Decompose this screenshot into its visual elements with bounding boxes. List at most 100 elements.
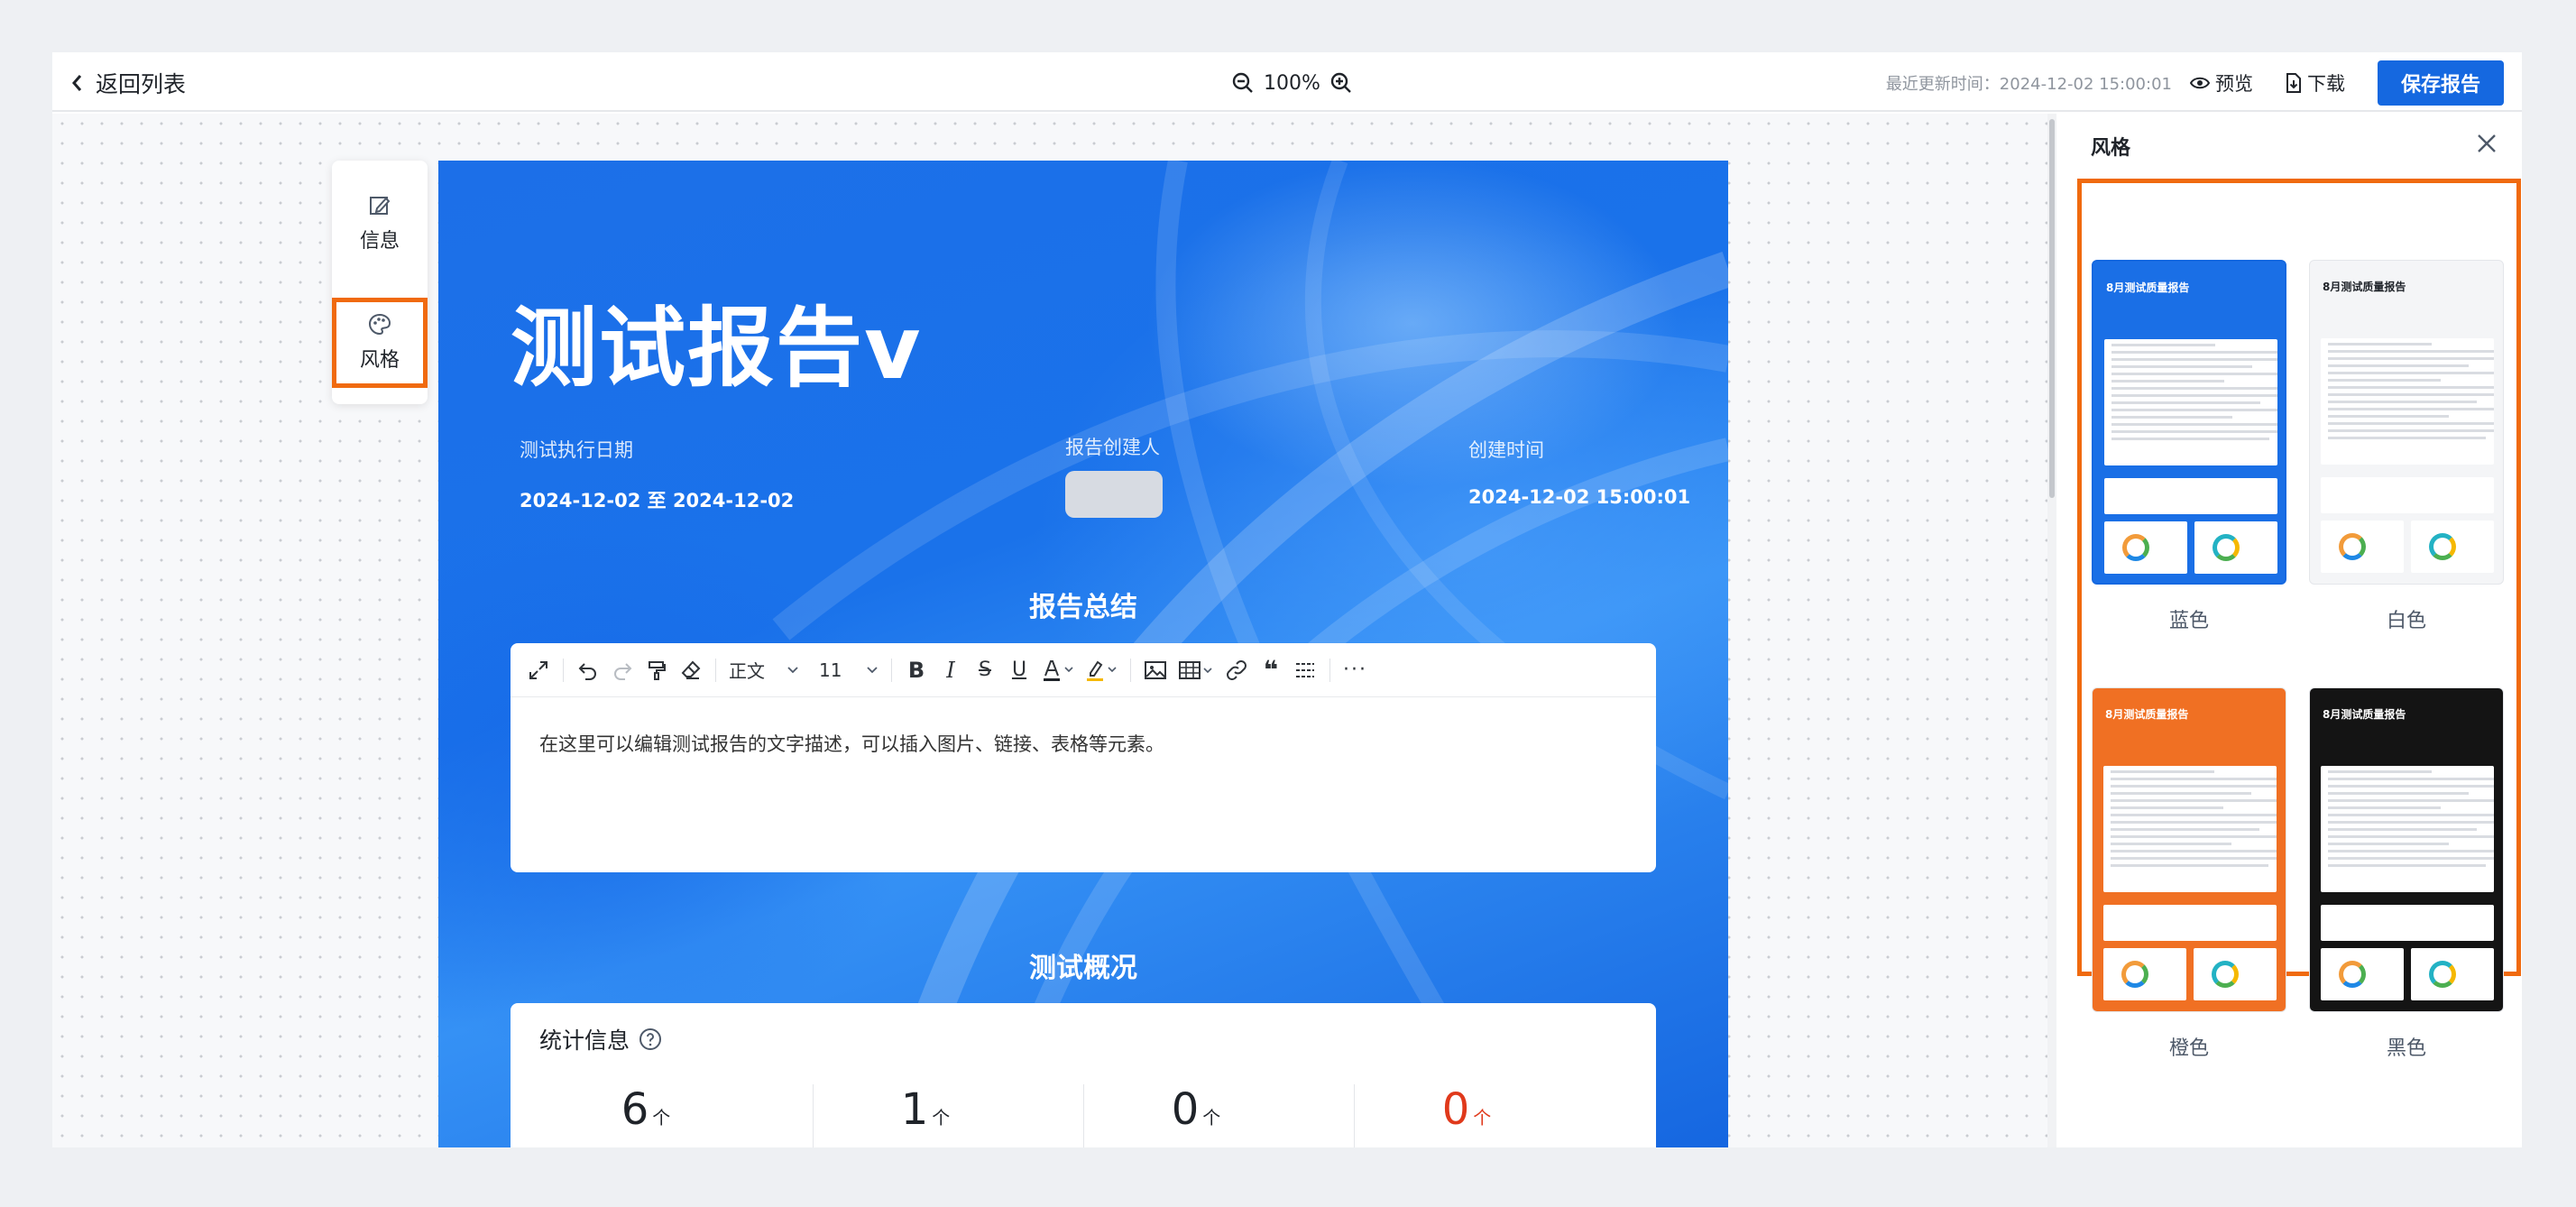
thumb-line (2111, 394, 2277, 397)
thumb-line (2328, 393, 2494, 396)
thumb-line (2111, 843, 2232, 845)
thumb-block (2103, 948, 2186, 1000)
thumb-line (2328, 379, 2441, 382)
report-title[interactable]: 测试报告v (511, 278, 923, 403)
save-report-button[interactable]: 保存报告 (2377, 60, 2504, 106)
thumb-line (2328, 821, 2494, 824)
exec-date-block: 测试执行日期 2024-12-02 至 2024-12-02 (520, 436, 794, 513)
zoom-control: 100% (1229, 63, 1355, 103)
edit-icon (370, 197, 391, 215)
fullscreen-icon[interactable] (523, 654, 554, 686)
thumb-line (2328, 806, 2441, 809)
thumb-line (2111, 814, 2277, 816)
bold-icon[interactable]: B (901, 654, 932, 686)
stat-value: 0 (1171, 1084, 1200, 1135)
strikethrough-icon[interactable]: S (970, 654, 1000, 686)
more-icon[interactable]: ··· (1339, 654, 1371, 686)
theme-label-0: 蓝色 (2168, 610, 2209, 632)
thumb-title: 8月测试质量报告 (2323, 281, 2406, 293)
redo-icon[interactable] (607, 654, 638, 686)
thumb-line (2328, 401, 2478, 403)
thumb-ring (2212, 961, 2239, 988)
stat-value: 1 (900, 1084, 929, 1135)
zoom-out-icon[interactable] (1229, 69, 1256, 97)
thumb-line (2111, 423, 2277, 426)
thumb-line (2111, 857, 2277, 860)
preview-button[interactable]: 预览 (2189, 69, 2253, 97)
paragraph-style-select[interactable]: 正文 (725, 654, 803, 686)
thumb-line (2328, 350, 2494, 353)
stat-value: 6 (621, 1084, 649, 1135)
chevron-down-icon (787, 666, 798, 673)
theme-card-2[interactable]: 8月测试质量报告 (2092, 687, 2286, 1012)
top-bar: 返回列表 100% 最近更新时间：2024-12-02 15:00:01 预览 … (52, 52, 2522, 112)
highlight-color-icon[interactable] (1081, 654, 1121, 686)
chevron-down-icon (867, 666, 878, 673)
zoom-in-icon[interactable] (1328, 69, 1355, 97)
thumb-line (2328, 857, 2494, 860)
thumb-ring (2429, 533, 2456, 560)
download-file-icon (2286, 73, 2301, 93)
font-color-icon[interactable] (1038, 654, 1078, 686)
chevron-left-icon (72, 75, 82, 91)
underline-icon[interactable]: U (1004, 654, 1035, 686)
thumb-line (2328, 372, 2494, 374)
stat-unit: 个 (1473, 1107, 1492, 1129)
preview-label: 预览 (2214, 73, 2253, 95)
font-size-value: 11 (819, 659, 842, 681)
thumb-doc (2103, 766, 2277, 892)
thumb-line (2111, 416, 2233, 419)
stat-unit: 个 (1202, 1107, 1221, 1129)
download-button[interactable]: 下载 (2286, 69, 2345, 97)
creator-block: 报告创建人 (1065, 433, 1163, 518)
italic-icon[interactable]: I (935, 654, 966, 686)
thumb-line (2111, 430, 2277, 433)
summary-section-title: 报告总结 (1029, 592, 1137, 623)
help-icon[interactable] (639, 1027, 662, 1051)
thumb-line (2328, 422, 2494, 425)
clear-format-icon[interactable] (676, 654, 706, 686)
thumb-line (2111, 799, 2277, 802)
thumb-line (2328, 770, 2433, 773)
thumb-line (2111, 785, 2277, 788)
undo-icon[interactable] (573, 654, 603, 686)
theme-card-1[interactable]: 8月测试质量报告 (2309, 260, 2504, 585)
thumb-ring (2213, 534, 2240, 561)
side-tool-style[interactable]: 风格 (332, 298, 428, 388)
font-size-select[interactable]: 11 (815, 654, 882, 686)
stat-item: 0个 (1061, 1084, 1331, 1147)
thumb-line (2328, 799, 2494, 802)
thumb-title: 8月测试质量报告 (2323, 708, 2406, 721)
statistics-card: 统计信息 6个 1个 0个 0个 (511, 1003, 1656, 1147)
last-updated-text: 最近更新时间：2024-12-02 15:00:01 (1885, 75, 2172, 94)
thumb-line (2328, 814, 2494, 816)
thumb-title: 8月测试质量报告 (2105, 708, 2189, 721)
thumb-line (2328, 343, 2433, 346)
thumb-doc (2321, 766, 2494, 892)
thumb-line (2111, 438, 2269, 440)
link-icon[interactable] (1221, 654, 1252, 686)
scrollbar-thumb[interactable] (2049, 119, 2055, 498)
canvas-scrollbar[interactable] (2047, 114, 2056, 1147)
theme-card-0[interactable]: 8月测试质量报告 (2092, 260, 2286, 585)
table-icon[interactable] (1174, 654, 1218, 686)
thumb-line (2111, 409, 2277, 411)
quote-icon[interactable]: ❝ (1256, 654, 1286, 686)
thumb-block (2321, 948, 2404, 1000)
image-icon[interactable] (1140, 654, 1171, 686)
thumb-ring (2429, 961, 2456, 988)
thumb-line (2328, 843, 2450, 845)
back-label: 返回列表 (96, 71, 187, 97)
divider-icon[interactable] (1290, 654, 1320, 686)
theme-label-3: 黑色 (2386, 1037, 2426, 1060)
theme-card-3[interactable]: 8月测试质量报告 (2309, 687, 2504, 1012)
format-painter-icon[interactable] (641, 654, 672, 686)
thumb-doc (2321, 338, 2494, 465)
back-to-list-button[interactable]: 返回列表 (70, 63, 186, 103)
thumb-block (2321, 905, 2494, 941)
stat-unit: 个 (932, 1107, 951, 1129)
close-icon[interactable] (2471, 128, 2502, 159)
app-window: 返回列表 100% 最近更新时间：2024-12-02 15:00:01 预览 … (52, 52, 2522, 1147)
editor-body[interactable]: 在这里可以编辑测试报告的文字描述，可以插入图片、链接、表格等元素。 (511, 697, 1656, 789)
side-tool-info[interactable]: 信息 (332, 179, 428, 269)
